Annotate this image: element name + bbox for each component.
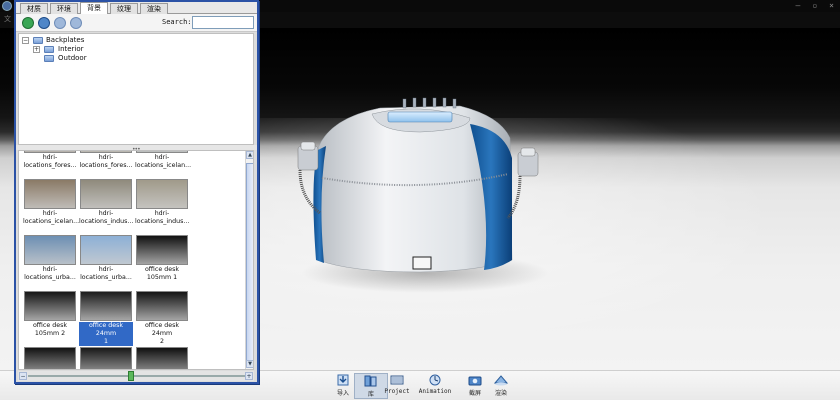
search-label: Search: [162, 18, 192, 26]
thumbnail-image [24, 151, 76, 153]
render-icon [493, 375, 509, 386]
thumbnail-label: hdri- locations_icelan... [135, 154, 192, 169]
animation-button[interactable]: Animation [418, 373, 452, 399]
folder-tree: − Backplates + Interior Outdoor [18, 33, 254, 145]
thumbnail-label: hdri- locations_indus... [79, 210, 134, 225]
thumbnail-image [24, 347, 76, 369]
thumbnail-image [80, 179, 132, 209]
thumbnail-image [80, 151, 132, 153]
project-button[interactable]: Project [380, 373, 414, 399]
thumbnail-image [136, 179, 188, 209]
thumbnail-item[interactable]: office desk 105mm 1 [135, 235, 189, 282]
thumbnail-item[interactable]: office desk 105mm 2 [23, 291, 77, 338]
folder-icon [33, 37, 43, 44]
thumbnail-image [136, 235, 188, 265]
thumbnail-item[interactable]: office desk 24mm 2 [135, 291, 189, 346]
thumbnail-item[interactable]: hdri- locations_urba... [79, 235, 133, 282]
animation-icon [429, 374, 441, 386]
thumbnail-label: hdri- locations_fores... [79, 154, 133, 169]
render-button[interactable]: 渲染 [484, 373, 518, 399]
thumbnail-item[interactable]: hdri- locations_indus... [79, 179, 133, 226]
collapse-icon[interactable]: − [22, 37, 29, 44]
animation-label: Animation [418, 388, 452, 395]
tab-material[interactable]: 材质 [20, 3, 48, 14]
close-icon[interactable]: × [829, 1, 834, 10]
panel-toolbar: Search: [16, 14, 257, 32]
thumbnail-image [24, 179, 76, 209]
thumbnail-size-slider[interactable]: − + [18, 371, 254, 381]
move-down-icon[interactable] [54, 17, 66, 29]
add-icon[interactable] [22, 17, 34, 29]
thumbnail-image [136, 347, 188, 369]
scroll-thumb[interactable] [246, 163, 253, 363]
thumbnail-image [24, 235, 76, 265]
library-icon [364, 375, 377, 387]
thumbnail-label: hdri- locations_urba... [80, 266, 132, 281]
scroll-down-icon[interactable]: ▼ [246, 360, 253, 368]
thumbnail-item[interactable]: hdri- locations_indus... [135, 179, 189, 226]
slider-track[interactable] [28, 375, 246, 377]
expand-icon[interactable]: + [33, 46, 40, 53]
menu-hint[interactable]: 文 [4, 14, 11, 24]
thumbnail-item[interactable]: office desk 50mm 1 [23, 347, 77, 369]
scroll-up-icon[interactable]: ▲ [246, 151, 253, 159]
thumbnail-label: hdri- locations_fores... [23, 154, 77, 169]
vertical-scrollbar[interactable]: ▲ ▼ [245, 151, 253, 369]
thumbnail-grid: hdri- locations_fores... hdri- locations_… [18, 150, 254, 370]
folder-icon [44, 55, 54, 62]
thumbnail-item[interactable]: hdri- locations_fores... [23, 151, 77, 170]
thumbnail-image [80, 235, 132, 265]
screenshot-icon [468, 376, 482, 386]
refresh-icon[interactable] [38, 17, 50, 29]
thumbnail-item[interactable]: office desk 50mm 3 [135, 347, 189, 369]
tree-item-interior[interactable]: Interior [58, 45, 84, 54]
tab-background[interactable]: 背景 [80, 2, 108, 14]
restore-icon[interactable]: ▫ [812, 1, 817, 10]
thumbnail-item[interactable]: hdri- locations_icelan... [135, 151, 192, 170]
thumbnail-label: hdri- locations_icelan... [23, 210, 80, 225]
thumbnail-item[interactable]: hdri- locations_urba... [23, 235, 77, 282]
window-controls: – ▫ × [796, 1, 834, 10]
import-icon [337, 374, 349, 386]
panel-tabs: 材质 环境 背景 纹理 渲染 [16, 2, 257, 14]
thumbnail-label: office desk 105mm 2 [32, 322, 68, 337]
tab-environment[interactable]: 环境 [50, 3, 78, 14]
thumbnail-image [136, 151, 188, 153]
tab-render[interactable]: 渲染 [140, 3, 168, 14]
move-up-icon[interactable] [70, 17, 82, 29]
slider-knob[interactable] [127, 371, 134, 381]
tree-item-backplates[interactable]: Backplates [46, 36, 84, 45]
folder-icon [44, 46, 54, 53]
thumbnail-item[interactable]: office desk 50mm 2 [79, 347, 133, 369]
library-panel: 材质 环境 背景 纹理 渲染 Search: − Backplates + In… [14, 0, 259, 384]
thumbnail-image [24, 291, 76, 321]
thumbnail-label: hdri- locations_indus... [135, 210, 190, 225]
zoom-out-icon[interactable]: − [19, 372, 27, 380]
thumbnail-image [80, 347, 132, 369]
thumbnail-item[interactable]: hdri- locations_icelan... [23, 179, 80, 226]
thumbnail-label: office desk 105mm 1 [144, 266, 180, 281]
thumbnail-item[interactable]: office desk 24mm 1 [79, 291, 133, 346]
app-logo [2, 1, 12, 11]
thumbnail-image [80, 291, 132, 321]
thumbnail-item[interactable]: hdri- locations_fores... [79, 151, 133, 170]
thumbnail-label: office desk 24mm 2 [144, 322, 180, 345]
search-input[interactable] [192, 16, 254, 29]
thumbnail-label: office desk 24mm 1 [79, 322, 133, 346]
render-label: 渲染 [494, 390, 507, 397]
thumbnail-image [136, 291, 188, 321]
thumbnail-label: hdri- locations_urba... [24, 266, 76, 281]
project-label: Project [384, 388, 410, 395]
project-icon [390, 375, 404, 385]
zoom-in-icon[interactable]: + [245, 372, 253, 380]
tab-texture[interactable]: 纹理 [110, 3, 138, 14]
tree-item-outdoor[interactable]: Outdoor [58, 54, 87, 63]
minimize-icon[interactable]: – [796, 1, 801, 10]
